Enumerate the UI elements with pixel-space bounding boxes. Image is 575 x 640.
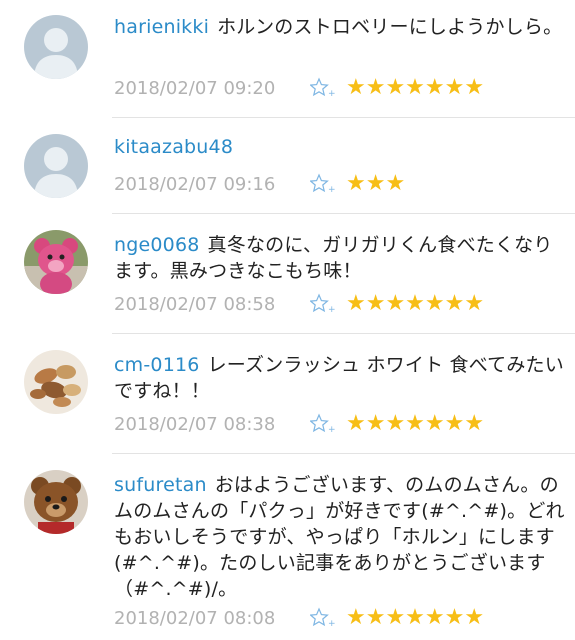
avatar[interactable] (24, 230, 88, 294)
add-star-icon[interactable]: + (309, 607, 336, 629)
comment-meta: 2018/02/07 08:08 + ★★★★★★★ (114, 604, 484, 632)
pink-bear-plush-avatar-icon (24, 230, 88, 294)
comment-item: nge0068 真冬なのに、ガリガリくん食べたくなります。黒みつきなこもち味！ 2… (0, 214, 575, 334)
comment-meta: 2018/02/07 09:20 + ★★★★★★★ (114, 74, 484, 102)
add-star-icon[interactable]: + (309, 293, 336, 315)
teddy-bear-avatar-icon (24, 470, 88, 534)
svg-text:+: + (328, 89, 336, 99)
add-star-icon[interactable]: + (309, 173, 336, 195)
svg-text:+: + (328, 619, 336, 629)
default-avatar-icon (24, 15, 88, 79)
avatar[interactable] (24, 15, 88, 79)
username-link[interactable]: sufuretan (114, 474, 207, 496)
comment-item: kitaazabu48 2018/02/07 09:16 + ★★★ (0, 118, 575, 214)
avatar[interactable] (24, 134, 88, 198)
comment-item: sufuretan おはようございます、のムのムさん。のムのムさんの「パクっ」が好… (0, 454, 575, 640)
avatar[interactable] (24, 350, 88, 414)
svg-text:+: + (328, 425, 336, 435)
star-rating: ★★★★★★★ (346, 605, 485, 630)
star-rating: ★★★★★★★ (346, 75, 485, 100)
default-avatar-icon (24, 134, 88, 198)
star-rating: ★★★★★★★ (346, 411, 485, 436)
comment-meta: 2018/02/07 08:58 + ★★★★★★★ (114, 290, 484, 318)
comment-item: harienikki ホルンのストロベリーにしようかしら。 2018/02/07 … (0, 0, 575, 118)
add-star-icon[interactable]: + (309, 413, 336, 435)
mixed-nuts-avatar-icon (24, 350, 88, 414)
svg-text:+: + (328, 185, 336, 195)
username-link[interactable]: cm-0116 (114, 354, 200, 376)
timestamp: 2018/02/07 08:38 (114, 413, 276, 435)
timestamp: 2018/02/07 08:58 (114, 293, 276, 315)
star-rating: ★★★★★★★ (346, 291, 485, 316)
star-rating: ★★★ (346, 171, 406, 196)
username-link[interactable]: kitaazabu48 (114, 136, 233, 158)
timestamp: 2018/02/07 09:20 (114, 77, 276, 99)
timestamp: 2018/02/07 09:16 (114, 173, 276, 195)
comment-text: ホルンのストロベリーにしようかしら。 (217, 16, 563, 38)
username-link[interactable]: nge0068 (114, 234, 200, 256)
add-star-icon[interactable]: + (309, 77, 336, 99)
avatar[interactable] (24, 470, 88, 534)
comment-meta: 2018/02/07 09:16 + ★★★ (114, 170, 405, 198)
comment-item: cm-0116 レーズンラッシュ ホワイト 食べてみたいですね！！ 2018/02… (0, 334, 575, 454)
username-link[interactable]: harienikki (114, 16, 209, 38)
comment-meta: 2018/02/07 08:38 + ★★★★★★★ (114, 410, 484, 438)
svg-text:+: + (328, 305, 336, 315)
timestamp: 2018/02/07 08:08 (114, 607, 276, 629)
